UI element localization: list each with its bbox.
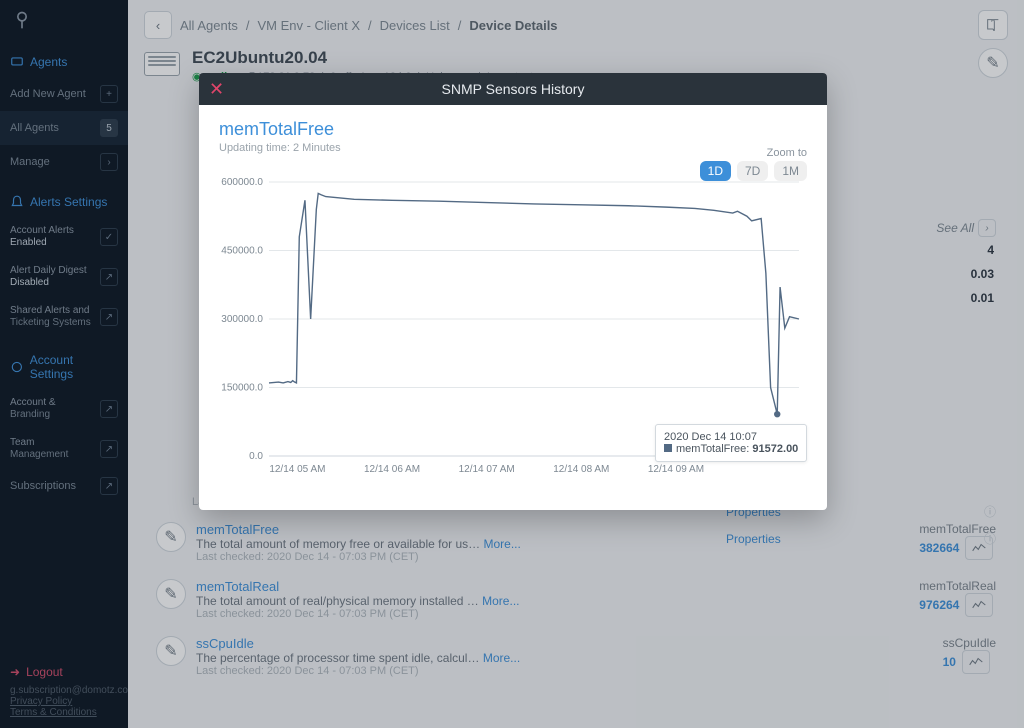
svg-text:12/14 07 AM: 12/14 07 AM: [459, 464, 515, 475]
svg-text:12/14 06 AM: 12/14 06 AM: [364, 464, 420, 475]
history-modal: ✕ SNMP Sensors History memTotalFree Upda…: [199, 73, 827, 510]
zoom-label: Zoom to: [700, 147, 807, 159]
svg-text:300000.0: 300000.0: [221, 314, 263, 325]
chart-area[interactable]: 0.0 150000.0 300000.0 450000.0 600000.0 12/14…: [219, 174, 807, 484]
svg-text:12/14 09 AM: 12/14 09 AM: [648, 464, 704, 475]
chart-tooltip: 2020 Dec 14 10:07 memTotalFree: 91572.00: [655, 424, 807, 462]
svg-text:12/14 05 AM: 12/14 05 AM: [269, 464, 325, 475]
svg-text:150000.0: 150000.0: [221, 383, 263, 394]
modal-header: ✕ SNMP Sensors History: [199, 73, 827, 105]
svg-text:600000.0: 600000.0: [221, 177, 263, 188]
svg-text:450000.0: 450000.0: [221, 246, 263, 257]
svg-text:12/14 08 AM: 12/14 08 AM: [553, 464, 609, 475]
svg-text:0.0: 0.0: [249, 451, 263, 462]
chart-title: memTotalFree: [219, 119, 807, 140]
modal-title: SNMP Sensors History: [442, 81, 585, 97]
close-icon[interactable]: ✕: [209, 79, 224, 100]
